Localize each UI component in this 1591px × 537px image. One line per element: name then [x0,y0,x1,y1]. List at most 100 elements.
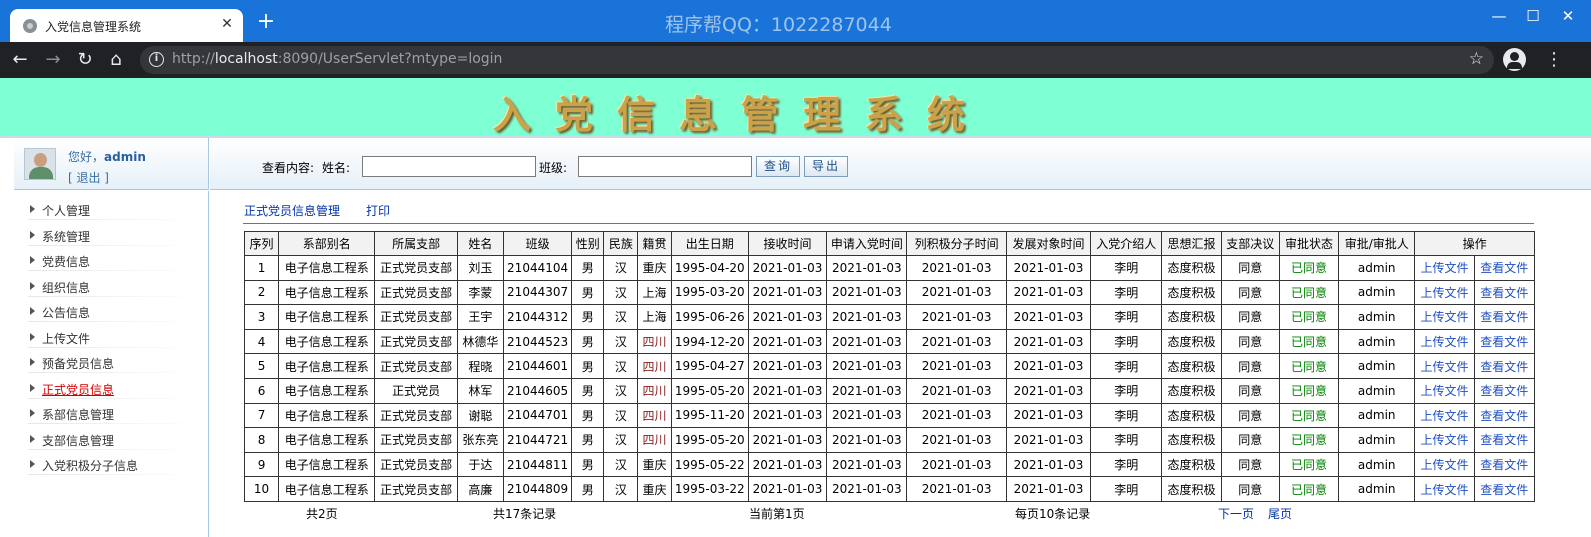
view-file-link[interactable]: 查看文件 [1473,377,1536,404]
sidebar-item[interactable]: 组织信息 [28,276,198,298]
table-cell: 上海 [637,304,672,330]
upload-file-link[interactable]: 上传文件 [1414,279,1475,306]
table-cell: 2021-01-03 [826,279,908,306]
table-cell: 李明 [1090,427,1163,453]
sidebar-item-divider [28,321,198,322]
close-icon[interactable]: ✕ [219,16,235,32]
sidebar-item[interactable]: 个人管理 [28,199,198,221]
table-header-row: 序列 系部别名 所属支部 姓名 班级 性别 民族 籍贯 出生日期 接收时间 申请入党时间 列积极分子时… [243,231,1535,256]
caret-right-icon [30,205,35,213]
print-link[interactable]: 打印 [366,202,390,219]
upload-file-link[interactable]: 上传文件 [1414,476,1475,502]
upload-file-link[interactable]: 上传文件 [1414,353,1475,379]
table-cell: 2021-01-03 [1005,377,1092,404]
maximize-icon[interactable]: ☐ [1516,4,1550,28]
last-page-link[interactable]: 尾页 [1268,505,1292,522]
table-cell: 重庆 [637,255,672,281]
view-file-link[interactable]: 查看文件 [1473,451,1536,478]
sidebar-item[interactable]: 入党积极分子信息 [28,454,198,476]
next-page-link[interactable]: 下一页 [1218,505,1254,522]
table-cell: 重庆 [637,451,672,478]
view-file-link[interactable]: 查看文件 [1473,328,1536,355]
table-cell: 四川 [637,353,672,379]
sidebar-item-divider [28,244,198,246]
reload-icon[interactable]: ↻ [73,48,97,72]
table-cell: 2021-01-03 [826,476,908,502]
watermark-text: 程序帮QQ：1022287044 [665,14,892,36]
table-cell: 电子信息工程系 [278,451,376,478]
table-cell: 正式党员支部 [374,328,458,355]
sidebar-item[interactable]: 党费信息 [28,250,198,272]
sidebar-item[interactable]: 正式党员信息 [28,378,198,400]
table-cell: admin [1338,377,1416,404]
table-cell: 已同意 [1278,402,1340,429]
table-cell: 2021-01-03 [747,476,828,502]
query-button[interactable]: 查询 [756,156,800,177]
more-menu-icon[interactable]: ⋮ [1544,50,1564,70]
window-close-icon[interactable]: ✕ [1551,4,1585,28]
sidebar-item-label: 组织信息 [42,280,91,295]
info-icon[interactable]: i [149,52,164,67]
table-cell: 李蒙 [456,279,504,306]
table-cell: 已同意 [1278,451,1340,478]
table-cell: 汉 [603,328,639,355]
browser-tab[interactable]: 入党信息管理系统 ✕ [10,9,243,42]
view-file-link[interactable]: 查看文件 [1473,353,1536,379]
forward-icon[interactable]: → [41,48,65,72]
table-cell: 21044523 [502,328,573,355]
caret-right-icon [30,230,35,239]
profile-icon[interactable] [1503,48,1526,71]
view-file-link[interactable]: 查看文件 [1473,279,1536,306]
table-cell: 同意 [1220,328,1280,355]
sidebar-item[interactable]: 上传文件 [28,327,198,349]
upload-file-link[interactable]: 上传文件 [1414,427,1475,453]
table-cell: 2021-01-03 [826,353,908,379]
sidebar-item[interactable]: 支部信息管理 [28,429,198,451]
new-tab-icon[interactable]: + [256,11,276,33]
table-cell: 1995-11-20 [670,402,749,429]
table-cell: 2021-01-03 [1005,304,1092,330]
home-icon[interactable]: ⌂ [104,48,128,72]
upload-file-link[interactable]: 上传文件 [1414,451,1475,478]
back-icon[interactable]: ← [8,48,32,72]
class-input[interactable] [578,156,752,177]
view-file-link[interactable]: 查看文件 [1473,427,1536,453]
upload-file-link[interactable]: 上传文件 [1414,377,1475,404]
export-button[interactable]: 导出 [804,156,848,177]
table-cell: 刘玉 [456,255,504,281]
breadcrumb[interactable]: 正式党员信息管理 [244,202,340,219]
column-header: 支部决议 [1220,231,1280,256]
table-cell: 1995-05-22 [670,451,749,478]
name-input[interactable] [362,156,536,177]
table-cell: 21044701 [502,402,573,429]
view-file-link[interactable]: 查看文件 [1473,476,1536,502]
url-text[interactable]: http://localhost:8090/UserServlet?mtype=… [172,51,502,67]
table-cell: 男 [571,427,605,453]
caret-right-icon [30,358,35,366]
upload-file-link[interactable]: 上传文件 [1414,304,1475,330]
table-cell: 已同意 [1278,304,1340,330]
sidebar-item-label: 党费信息 [42,255,91,269]
sidebar-item[interactable]: 预备党员信息 [28,352,198,374]
view-file-link[interactable]: 查看文件 [1473,402,1536,429]
table-cell: 态度积极 [1161,427,1222,453]
minimize-icon[interactable]: — [1482,4,1516,28]
sidebar-item[interactable]: 公告信息 [28,301,198,323]
upload-file-link[interactable]: 上传文件 [1414,328,1475,355]
table-cell: 汉 [603,451,639,478]
bookmark-star-icon[interactable]: ☆ [1469,49,1484,69]
sidebar-item[interactable]: 系统管理 [28,225,198,247]
logout-link[interactable]: [ 退出 ] [68,169,109,186]
sidebar-item-divider [28,397,198,399]
sidebar-item[interactable]: 系部信息管理 [28,403,198,425]
upload-file-link[interactable]: 上传文件 [1414,402,1475,429]
table-cell: 2021-01-03 [906,476,1007,502]
sidebar-item-label: 系部信息管理 [42,408,115,422]
column-header: 所属支部 [374,231,458,256]
upload-file-link[interactable]: 上传文件 [1414,255,1475,281]
column-header: 入党介绍人 [1090,231,1163,256]
view-file-link[interactable]: 查看文件 [1473,304,1536,330]
table-cell: 重庆 [637,476,672,502]
view-file-link[interactable]: 查看文件 [1473,255,1536,281]
address-bar[interactable]: i http://localhost:8090/UserServlet?mtyp… [140,46,1494,74]
